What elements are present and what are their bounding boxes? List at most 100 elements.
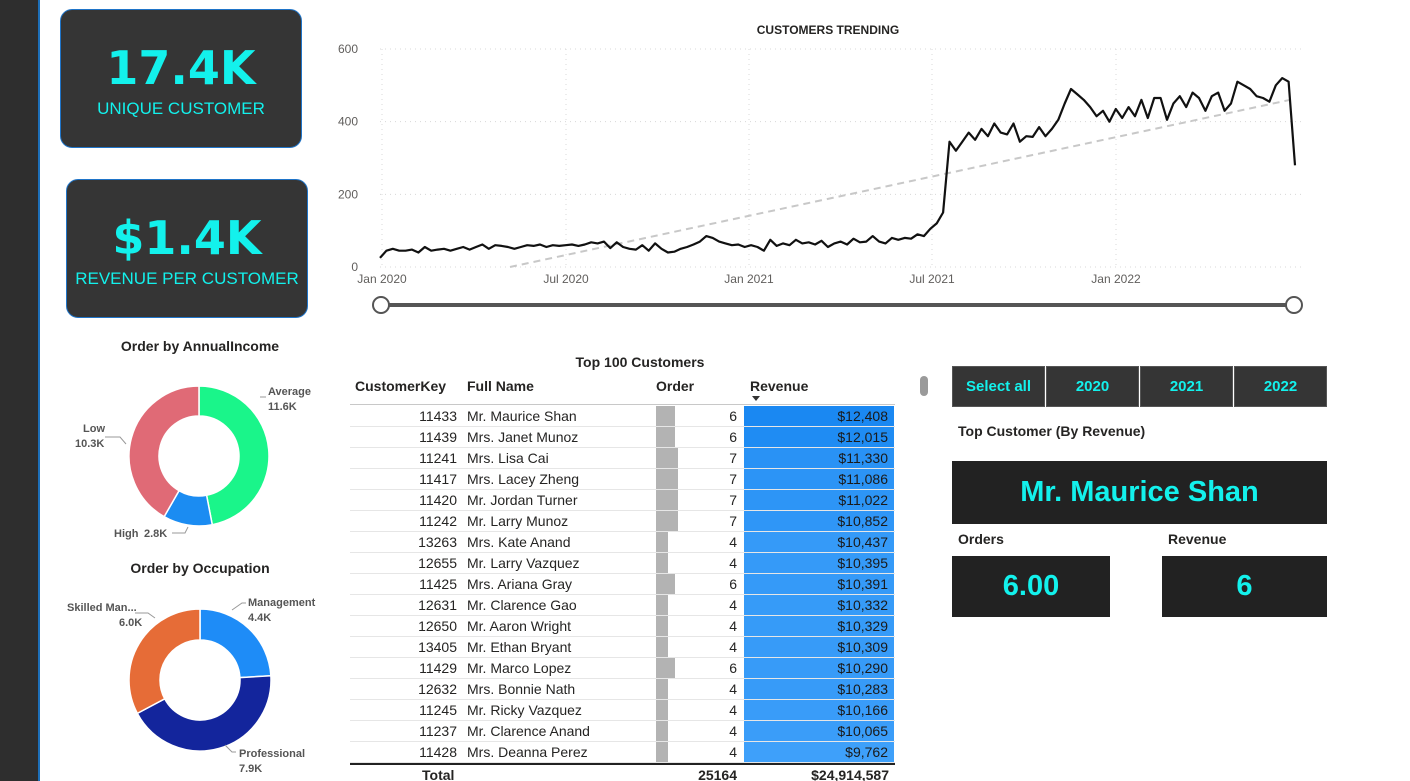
slicer-2020[interactable]: 2020 <box>1046 366 1139 407</box>
table-row[interactable]: 11433 Mr. Maurice Shan 6 $12,408 <box>350 406 895 427</box>
table-scrollbar[interactable] <box>920 376 928 396</box>
sort-desc-icon <box>752 396 760 401</box>
occupation-professional-name: Professional <box>239 748 305 760</box>
income-high-name: High <box>114 528 139 540</box>
col-header-customerkey[interactable]: CustomerKey <box>355 378 446 394</box>
order-databar <box>656 448 678 468</box>
cell-revenue: $12,408 <box>837 408 888 424</box>
slicer-select-all[interactable]: Select all <box>952 366 1045 407</box>
slicer-2021[interactable]: 2021 <box>1140 366 1233 407</box>
cell-revenue: $10,437 <box>837 534 888 550</box>
cell-order: 4 <box>729 534 737 550</box>
cell-customerkey: 11433 <box>419 408 457 424</box>
income-average-name: Average <box>268 386 311 398</box>
kpi-revenue-per-customer-label: REVENUE PER CUSTOMER <box>75 269 299 288</box>
cell-order: 4 <box>729 723 737 739</box>
table-row[interactable]: 13405 Mr. Ethan Bryant 4 $10,309 <box>350 637 895 658</box>
table-row[interactable]: 11417 Mrs. Lacey Zheng 7 $11,086 <box>350 469 895 490</box>
cell-revenue-bg: $10,309 <box>744 637 894 657</box>
occupation-skilled-name: Skilled Man... <box>67 602 137 614</box>
cell-revenue-bg: $11,330 <box>744 448 894 468</box>
total-order: 25164 <box>698 767 737 781</box>
cell-revenue-bg: $10,852 <box>744 511 894 531</box>
top-customers-table: CustomerKey Full Name Order Revenue 1143… <box>350 372 895 781</box>
cell-revenue: $10,290 <box>837 660 888 676</box>
cell-revenue-bg: $10,391 <box>744 574 894 594</box>
table-row[interactable]: 11425 Mrs. Ariana Gray 6 $10,391 <box>350 574 895 595</box>
table-row[interactable]: 12632 Mrs. Bonnie Nath 4 $10,283 <box>350 679 895 700</box>
cell-fullname: Mrs. Bonnie Nath <box>467 681 576 697</box>
cell-fullname: Mr. Ricky Vazquez <box>467 702 582 718</box>
customers-trending-chart: CUSTOMERS TRENDING 6004002000 Jan 2020 Ju… <box>338 23 1303 314</box>
kpi-revenue-per-customer: $1.4K REVENUE PER CUSTOMER <box>66 179 308 318</box>
cell-fullname: Mrs. Deanna Perez <box>467 744 588 760</box>
cell-order: 7 <box>729 513 737 529</box>
cell-revenue: $10,309 <box>837 639 888 655</box>
y-tick-label: 600 <box>338 42 358 56</box>
cell-order: 4 <box>729 618 737 634</box>
col-header-revenue[interactable]: Revenue <box>750 378 808 394</box>
total-label: Total <box>422 767 455 781</box>
cell-revenue: $10,283 <box>837 681 888 697</box>
cell-fullname: Mr. Ethan Bryant <box>467 639 572 655</box>
top-customer-title: Top Customer (By Revenue) <box>958 423 1146 439</box>
cell-revenue-bg: $10,332 <box>744 595 894 615</box>
table-row[interactable]: 12631 Mr. Clarence Gao 4 $10,332 <box>350 595 895 616</box>
cell-revenue-bg: $10,290 <box>744 658 894 678</box>
table-row[interactable]: 11428 Mrs. Deanna Perez 4 $9,762 <box>350 742 895 763</box>
order-databar <box>656 511 678 531</box>
cell-customerkey: 11241 <box>419 450 457 466</box>
cell-order: 6 <box>729 660 737 676</box>
cell-fullname: Mrs. Janet Munoz <box>467 429 579 445</box>
cell-customerkey: 11245 <box>419 702 457 718</box>
table-total-row: Total 25164 $24,914,587 <box>350 763 895 781</box>
cell-revenue-bg: $10,329 <box>744 616 894 636</box>
table-row[interactable]: 11439 Mrs. Janet Munoz 6 $12,015 <box>350 427 895 448</box>
kpi-unique-customer: 17.4K UNIQUE CUSTOMER <box>60 9 302 148</box>
cell-fullname: Mr. Maurice Shan <box>467 408 577 424</box>
income-low-value: 10.3K <box>75 438 104 450</box>
cell-order: 4 <box>729 555 737 571</box>
col-header-fullname[interactable]: Full Name <box>467 378 534 394</box>
y-tick-label: 200 <box>338 187 358 201</box>
order-databar <box>656 532 668 552</box>
range-slider-end-handle[interactable] <box>1285 296 1303 314</box>
cell-revenue: $11,022 <box>838 492 888 508</box>
cell-fullname: Mrs. Lisa Cai <box>467 450 549 466</box>
income-average-value: 11.6K <box>268 401 297 413</box>
table-row[interactable]: 13263 Mrs. Kate Anand 4 $10,437 <box>350 532 895 553</box>
donut-slice-average[interactable] <box>198 385 270 526</box>
table-row[interactable]: 11420 Mr. Jordan Turner 7 $11,022 <box>350 490 895 511</box>
order-databar <box>656 637 668 657</box>
cell-revenue-bg: $12,015 <box>744 427 894 447</box>
y-tick-label: 400 <box>338 115 358 129</box>
cell-revenue-bg: $11,022 <box>744 490 894 510</box>
cell-fullname: Mr. Clarence Gao <box>467 597 577 613</box>
table-row[interactable]: 11242 Mr. Larry Munoz 7 $10,852 <box>350 511 895 532</box>
cell-fullname: Mr. Jordan Turner <box>467 492 578 508</box>
table-row[interactable]: 11237 Mr. Clarence Anand 4 $10,065 <box>350 721 895 742</box>
header-divider <box>350 404 895 405</box>
cell-fullname: Mrs. Ariana Gray <box>467 576 573 592</box>
table-row[interactable]: 12650 Mr. Aaron Wright 4 $10,329 <box>350 616 895 637</box>
table-row[interactable]: 12655 Mr. Larry Vazquez 4 $10,395 <box>350 553 895 574</box>
cell-revenue-bg: $10,395 <box>744 553 894 573</box>
cell-order: 6 <box>729 429 737 445</box>
sidebar-edge <box>38 0 40 781</box>
kpi-unique-customer-value: 17.4K <box>106 41 256 95</box>
cell-revenue-bg: $10,065 <box>744 721 894 741</box>
slicer-2022[interactable]: 2022 <box>1234 366 1327 407</box>
table-row[interactable]: 11245 Mr. Ricky Vazquez 4 $10,166 <box>350 700 895 721</box>
series-line <box>379 76 1297 259</box>
cell-customerkey: 12631 <box>418 597 457 613</box>
col-header-order[interactable]: Order <box>656 378 694 394</box>
table-row[interactable]: 11241 Mrs. Lisa Cai 7 $11,330 <box>350 448 895 469</box>
total-revenue: $24,914,587 <box>811 767 889 781</box>
cell-order: 4 <box>729 639 737 655</box>
cell-fullname: Mr. Larry Vazquez <box>467 555 580 571</box>
table-row[interactable]: 11429 Mr. Marco Lopez 6 $10,290 <box>350 658 895 679</box>
cell-order: 7 <box>729 492 737 508</box>
annual-income-donut: Average 11.6K Low 10.3K High 2.8K <box>75 385 311 540</box>
income-low-name: Low <box>83 423 105 435</box>
range-slider-start-handle[interactable] <box>372 296 390 314</box>
